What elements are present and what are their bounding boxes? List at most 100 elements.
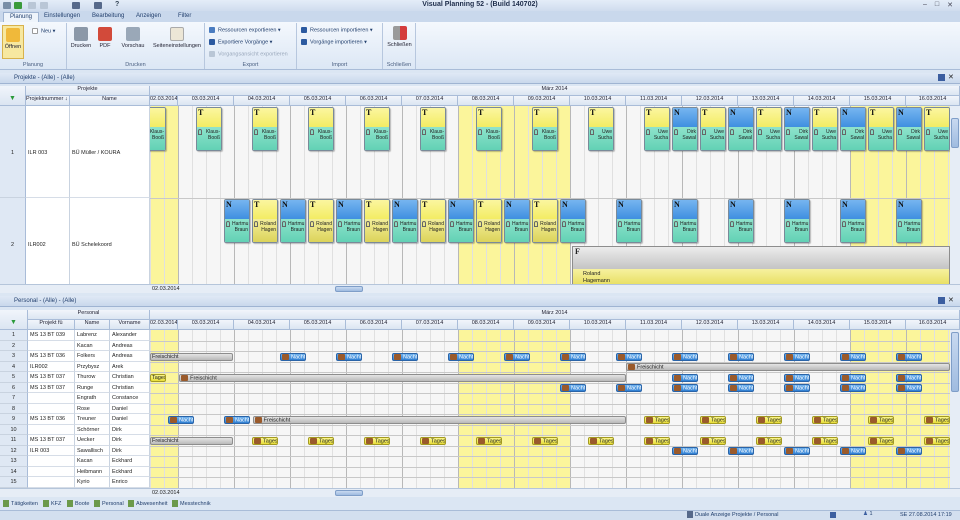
tagesdienst-bar[interactable]: Tagesd bbox=[924, 436, 950, 445]
task-card[interactable]: TKlaus-Booß bbox=[420, 107, 446, 151]
nacht-bar[interactable]: Nacht bbox=[672, 373, 698, 382]
task-card[interactable]: N Dirk Sawal bbox=[672, 107, 698, 151]
nacht-bar[interactable]: Nacht bbox=[840, 352, 866, 361]
resource-tab-personal[interactable]: Personal bbox=[94, 500, 124, 509]
nacht-bar[interactable]: Nacht bbox=[280, 352, 306, 361]
freischicht-bar[interactable]: Freischicht bbox=[150, 352, 233, 361]
tagesdienst-bar[interactable]: Tagesd bbox=[812, 436, 838, 445]
export-tasks-button[interactable]: Exportiere Vorgänge ▾ bbox=[209, 39, 272, 45]
task-card[interactable]: N Hartmu Braun bbox=[392, 199, 418, 243]
nacht-bar[interactable]: Nacht bbox=[168, 415, 194, 424]
task-card[interactable]: N Hartmu Braun bbox=[672, 199, 698, 243]
nacht-bar[interactable]: Nacht bbox=[784, 384, 810, 392]
nacht-bar[interactable]: Nacht bbox=[560, 352, 586, 361]
task-card[interactable]: T Uwe Sucha bbox=[700, 107, 726, 151]
long-task-bar[interactable]: F Roland Hagemann bbox=[572, 246, 950, 284]
resource-tab-abwesenheit[interactable]: Abwesenheit bbox=[128, 500, 168, 509]
nacht-bar[interactable]: Nacht bbox=[896, 384, 922, 392]
pane-close-icon[interactable]: ✕ bbox=[948, 73, 954, 81]
task-card[interactable]: N Hartmu Braun bbox=[784, 199, 810, 243]
scroll-date[interactable]: 02.03.2014 bbox=[152, 286, 180, 292]
nacht-bar[interactable]: Nacht bbox=[672, 447, 698, 455]
task-card[interactable]: N Hartmu Braun bbox=[896, 199, 922, 243]
tab-einstellungen[interactable]: Einstellungen bbox=[38, 12, 86, 22]
nacht-bar[interactable]: Nacht bbox=[448, 352, 474, 361]
nacht-bar[interactable]: Nacht bbox=[672, 352, 698, 361]
scroll-thumb[interactable] bbox=[335, 286, 363, 292]
tagesdienst-bar[interactable]: Tagesd bbox=[150, 373, 167, 382]
export-view-button[interactable]: Vorgangsansicht exportieren bbox=[209, 51, 288, 57]
nacht-bar[interactable]: Nacht bbox=[728, 447, 754, 455]
personal-gantt[interactable]: Freischicht Nacht Nacht Nacht Nacht Nacht Nach… bbox=[150, 330, 950, 488]
task-card[interactable]: TKlaus-Booß bbox=[252, 107, 278, 151]
nacht-bar[interactable]: Nacht bbox=[896, 352, 922, 361]
tagesdienst-bar[interactable]: Tagesd bbox=[700, 415, 726, 424]
resource-tab-boote[interactable]: Boote bbox=[67, 500, 89, 509]
sort-az-icon[interactable]: ↓ bbox=[63, 96, 68, 102]
nacht-bar[interactable]: Nacht bbox=[504, 352, 530, 361]
nacht-bar[interactable]: Nacht bbox=[784, 352, 810, 361]
minimize-button[interactable]: – bbox=[920, 1, 930, 9]
task-card[interactable]: T Roland Hagen bbox=[308, 199, 334, 243]
nacht-bar[interactable]: Nacht bbox=[672, 384, 698, 392]
pane-close-icon[interactable]: ✕ bbox=[948, 296, 954, 304]
close-button[interactable]: ✕ bbox=[945, 1, 955, 9]
personal-horizontal-scrollbar[interactable]: 02.03.2014 bbox=[0, 488, 960, 497]
scroll-thumb[interactable] bbox=[335, 490, 363, 496]
task-card[interactable]: TKlaus-Booß bbox=[308, 107, 334, 151]
pdf-button[interactable]: PDF bbox=[95, 27, 115, 49]
task-card[interactable]: N Hartmu Braun bbox=[280, 199, 306, 243]
vertical-scrollbar[interactable] bbox=[950, 330, 960, 488]
export-resources-button[interactable]: Ressourcen exportieren ▾ bbox=[209, 27, 281, 33]
preview-button[interactable]: Vorschau bbox=[119, 27, 147, 49]
task-card[interactable]: T Uwe Sucha bbox=[756, 107, 782, 151]
tab-bearbeitung[interactable]: Bearbeitung bbox=[86, 12, 130, 22]
tagesdienst-bar[interactable]: Tagesd bbox=[476, 436, 502, 445]
tagesdienst-bar[interactable]: Tagesd bbox=[756, 436, 782, 445]
grid-icon[interactable] bbox=[830, 512, 836, 518]
task-card[interactable]: T Roland Hagen bbox=[364, 199, 390, 243]
pane-menu-icon[interactable] bbox=[938, 297, 945, 304]
task-card[interactable]: N Hartmu Braun bbox=[448, 199, 474, 243]
resource-tab-kfz[interactable]: KFZ bbox=[43, 500, 61, 509]
nacht-bar[interactable]: Nacht bbox=[392, 352, 418, 361]
nacht-bar[interactable]: Nacht bbox=[728, 384, 754, 392]
pane-menu-icon[interactable] bbox=[938, 74, 945, 81]
maximize-button[interactable]: □ bbox=[932, 1, 942, 9]
tab-anzeigen[interactable]: Anzeigen bbox=[130, 12, 167, 22]
task-card[interactable]: N Hartmu Braun bbox=[728, 199, 754, 243]
task-card[interactable]: N Hartmu Braun bbox=[224, 199, 250, 243]
tagesdienst-bar[interactable]: Tagesd bbox=[812, 415, 838, 424]
task-card[interactable]: TKlaus-Booß bbox=[150, 107, 166, 151]
new-button[interactable]: Neu ▾ bbox=[32, 28, 55, 34]
task-card[interactable]: TKlaus-Booß bbox=[476, 107, 502, 151]
resource-tab-tätigkeiten[interactable]: Tätigkeiten bbox=[3, 500, 38, 509]
page-setup-button[interactable]: Seiteneinstellungen bbox=[151, 27, 203, 49]
nacht-bar[interactable]: Nacht bbox=[616, 352, 642, 361]
resource-tab-messtechnik[interactable]: Messtechnik bbox=[172, 500, 211, 509]
task-card[interactable]: TKlaus-Booß bbox=[196, 107, 222, 151]
nacht-bar[interactable]: Nacht bbox=[784, 447, 810, 455]
projects-gantt[interactable]: TKlaus-Booß TKlaus-Booß TKlaus-Booß TKlaus-… bbox=[150, 106, 950, 284]
task-card[interactable]: T Roland Hagen bbox=[420, 199, 446, 243]
tagesdienst-bar[interactable]: Tagesd bbox=[868, 436, 894, 445]
task-card[interactable]: N Dirk Sawal bbox=[840, 107, 866, 151]
task-card[interactable]: T Uwe Sucha bbox=[812, 107, 838, 151]
import-tasks-button[interactable]: Vorgänge importieren ▾ bbox=[301, 39, 367, 45]
freischicht-bar[interactable]: Freischicht bbox=[179, 373, 626, 382]
print-button[interactable]: Drucken bbox=[69, 27, 93, 49]
open-button[interactable]: Öffnen bbox=[2, 25, 24, 59]
tagesdienst-bar[interactable]: Tagesd bbox=[252, 436, 278, 445]
task-card[interactable]: N Hartmu Braun bbox=[504, 199, 530, 243]
tagesdienst-bar[interactable]: Tagesd bbox=[644, 415, 670, 424]
tagesdienst-bar[interactable]: Tagesd bbox=[924, 415, 950, 424]
col-projektnummer[interactable]: Projektnummer ↓ bbox=[26, 96, 70, 106]
scroll-thumb[interactable] bbox=[951, 332, 959, 392]
tagesdienst-bar[interactable]: Tagesd bbox=[868, 415, 894, 424]
tab-planung[interactable]: Planung bbox=[3, 12, 40, 22]
task-card[interactable]: N Hartmu Braun bbox=[616, 199, 642, 243]
vertical-scrollbar[interactable] bbox=[950, 106, 960, 284]
tagesdienst-bar[interactable]: Tagesd bbox=[588, 436, 614, 445]
task-card[interactable]: N Dirk Sawal bbox=[784, 107, 810, 151]
nacht-bar[interactable]: Nacht bbox=[896, 447, 922, 455]
